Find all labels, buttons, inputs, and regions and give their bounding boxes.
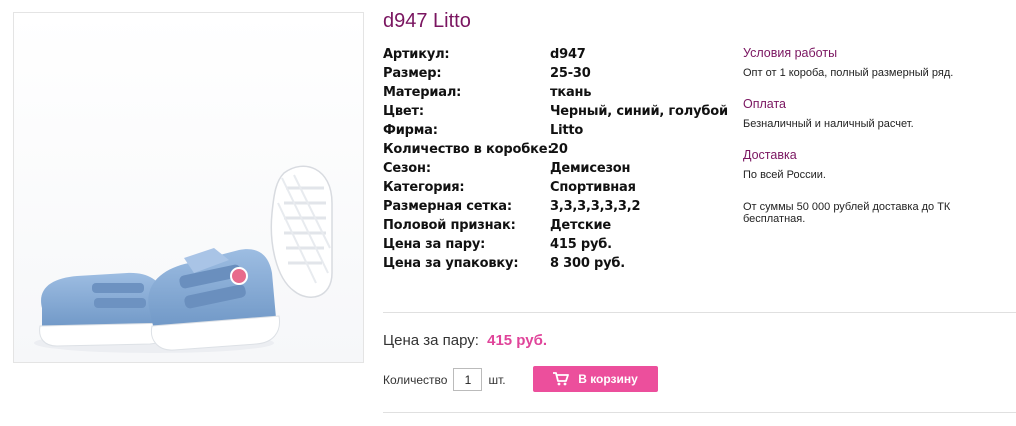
quantity-row: Количество шт.	[383, 368, 506, 391]
spec-key: Размер:	[383, 66, 442, 81]
spec-row-category: Категория: Спортивная	[383, 178, 728, 197]
info-panel: Условия работы Опт от 1 короба, полный р…	[743, 46, 1013, 242]
spec-row-price-pack: Цена за упаковку: 8 300 руб.	[383, 254, 728, 273]
cart-icon	[553, 372, 570, 386]
spec-value: 20	[550, 142, 568, 157]
spec-value: Litto	[550, 123, 584, 138]
product-image[interactable]	[13, 12, 364, 363]
spec-row-article: Артикул: d947	[383, 45, 728, 64]
payment-title: Оплата	[743, 97, 786, 111]
spec-key: Категория:	[383, 180, 465, 195]
spec-value: 25-30	[550, 66, 591, 81]
divider	[383, 312, 1016, 313]
delivery-block: Доставка По всей России. От суммы 50 000…	[743, 148, 1013, 225]
spec-key: Количество в коробке:	[383, 142, 553, 157]
terms-block: Условия работы Опт от 1 короба, полный р…	[743, 46, 1013, 80]
spec-row-size-grid: Размерная сетка: 3,3,3,3,3,3,2	[383, 197, 728, 216]
spec-key: Половой признак:	[383, 218, 516, 233]
spec-key: Артикул:	[383, 47, 450, 62]
spec-key: Цвет:	[383, 104, 424, 119]
spec-row-brand: Фирма: Litto	[383, 121, 728, 140]
spec-row-box-quantity: Количество в коробке: 20	[383, 140, 728, 159]
price-value: 415 руб.	[487, 332, 548, 349]
spec-value: 8 300 руб.	[550, 256, 626, 271]
add-to-cart-label: В корзину	[578, 372, 638, 386]
divider	[383, 412, 1016, 413]
spec-key: Размерная сетка:	[383, 199, 512, 214]
spec-key: Цена за упаковку:	[383, 256, 519, 271]
spec-row-color: Цвет: Черный, синий, голубой	[383, 102, 728, 121]
spec-row-size: Размер: 25-30	[383, 64, 728, 83]
payment-text: Безналичный и наличный расчет.	[743, 118, 914, 130]
spec-value: 415 руб.	[550, 237, 612, 252]
delivery-extra-text: От суммы 50 000 рублей доставка до ТК бе…	[743, 201, 951, 225]
spec-row-gender: Половой признак: Детские	[383, 216, 728, 235]
delivery-text: По всей России.	[743, 169, 826, 181]
spec-value: d947	[550, 47, 586, 62]
delivery-title: Доставка	[743, 148, 797, 162]
spec-value: Детские	[550, 218, 611, 233]
spec-value: 3,3,3,3,3,3,2	[550, 199, 641, 214]
price-line: Цена за пару: 415 руб.	[383, 332, 547, 349]
spec-value: ткань	[550, 85, 592, 100]
quantity-label: Количество	[383, 372, 448, 387]
payment-block: Оплата Безналичный и наличный расчет.	[743, 97, 1013, 131]
spec-row-material: Материал: ткань	[383, 83, 728, 102]
spec-table: Артикул: d947 Размер: 25-30 Материал: тк…	[383, 45, 728, 273]
quantity-unit: шт.	[488, 372, 506, 387]
spec-key: Фирма:	[383, 123, 438, 138]
spec-value: Спортивная	[550, 180, 636, 195]
price-label: Цена за пару:	[383, 332, 479, 349]
spec-key: Цена за пару:	[383, 237, 486, 252]
spec-key: Сезон:	[383, 161, 431, 176]
spec-row-price-pair: Цена за пару: 415 руб.	[383, 235, 728, 254]
spec-key: Материал:	[383, 85, 462, 100]
spec-value: Демисезон	[550, 161, 631, 176]
spec-value: Черный, синий, голубой	[550, 104, 728, 119]
spec-row-season: Сезон: Демисезон	[383, 159, 728, 178]
product-title: d947 Litto	[383, 10, 471, 32]
terms-text: Опт от 1 короба, полный размерный ряд.	[743, 67, 954, 79]
terms-title: Условия работы	[743, 46, 838, 60]
quantity-input[interactable]	[453, 368, 483, 391]
product-photo	[14, 13, 363, 362]
add-to-cart-button[interactable]: В корзину	[533, 366, 658, 392]
